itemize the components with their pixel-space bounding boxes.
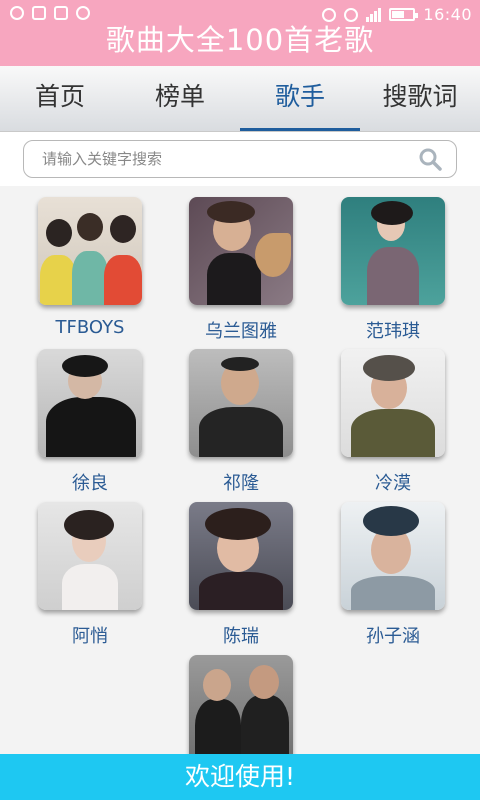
singer-name: 孙子涵 [366,626,420,647]
singer-card-xuliang[interactable]: 徐良 [37,349,143,495]
singer-name: 乌兰图雅 [205,321,277,342]
singer-card-aqiao[interactable]: 阿悄 [37,502,143,648]
singer-name: 陈瑞 [223,626,259,647]
singer-card-tfboys[interactable]: TFBOYS [37,197,143,338]
welcome-banner: 欢迎使用! [0,754,480,800]
singer-photo [189,502,293,610]
singer-grid: TFBOYS 乌兰图雅 范玮琪 徐良 祁隆 冷漠 阿悄 陈瑞 孙子涵 [0,186,480,754]
search-box [23,140,457,178]
singer-photo [189,655,293,754]
search-area [0,132,480,186]
singer-card-fanweiqi[interactable]: 范玮琪 [340,197,446,343]
search-icon[interactable] [418,147,442,171]
singer-photo [38,349,142,457]
singer-name: 范玮琪 [366,321,420,342]
search-input[interactable] [42,147,402,171]
singer-card-qilong[interactable]: 祁隆 [188,349,294,495]
singer-card-sunzihan[interactable]: 孙子涵 [340,502,446,648]
tab-singers[interactable]: 歌手 [240,66,360,131]
singer-photo [341,502,445,610]
singer-card-chenrui[interactable]: 陈瑞 [188,502,294,648]
singer-name: TFBOYS [55,317,125,338]
singer-card[interactable] [188,655,294,754]
singer-card-lengmo[interactable]: 冷漠 [340,349,446,495]
tab-home[interactable]: 首页 [0,66,120,131]
tab-bar: 首页 榜单 歌手 搜歌词 [0,66,480,132]
singer-name: 冷漠 [375,473,411,494]
singer-photo [189,349,293,457]
singer-photo [38,502,142,610]
singer-photo [341,197,445,305]
tab-charts[interactable]: 榜单 [120,66,240,131]
app-title: 歌曲大全100首老歌 [105,23,375,57]
singer-name: 祁隆 [223,473,259,494]
singer-name: 阿悄 [72,626,108,647]
singer-card-wulantuya[interactable]: 乌兰图雅 [188,197,294,343]
singer-photo [189,197,293,305]
singer-name: 徐良 [72,473,108,494]
singer-photo [38,197,142,305]
tab-search-lyrics[interactable]: 搜歌词 [360,66,480,131]
singer-photo [341,349,445,457]
